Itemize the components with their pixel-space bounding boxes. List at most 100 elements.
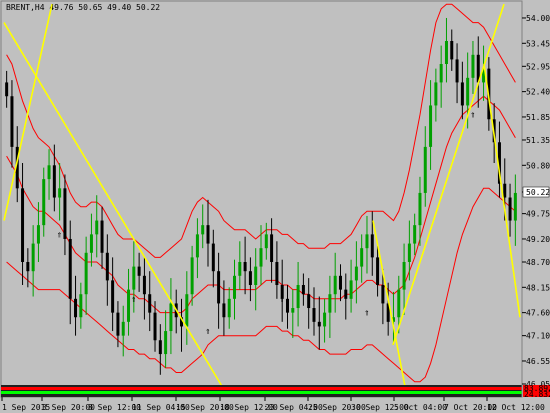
candle-body — [201, 225, 205, 235]
candle-body — [291, 308, 295, 313]
fractal-marker: ⇑ — [470, 112, 476, 120]
indicator-value-label: 24.8322 — [524, 390, 550, 399]
price-tick-label: 51.85 — [526, 113, 550, 122]
candle-body — [100, 220, 104, 253]
price-tick-label: 49.75 — [526, 210, 550, 219]
candle-body — [116, 312, 120, 336]
candle-body — [190, 257, 194, 295]
candle-body — [455, 59, 459, 83]
candle-body — [31, 243, 35, 272]
candle-body — [26, 261, 30, 272]
candle-body — [89, 234, 93, 253]
fractal-marker: ⇑ — [205, 328, 211, 336]
candle-body — [148, 294, 152, 313]
candle-body — [296, 285, 300, 309]
candle-body — [79, 294, 83, 318]
candle-body — [354, 266, 358, 281]
indicator-panel — [1, 385, 522, 397]
price-tick-label: 47.60 — [526, 309, 550, 318]
candle-body — [121, 321, 125, 336]
indicator-red-band — [1, 387, 522, 390]
candle-body — [349, 280, 353, 299]
price-tick-label: 54.00 — [526, 14, 550, 23]
candle-body — [52, 165, 56, 198]
candle-body — [238, 261, 242, 276]
candle-body — [233, 275, 237, 299]
price-tick-label: 48.15 — [526, 283, 550, 292]
candle-body — [74, 298, 78, 318]
price-tick-label: 47.10 — [526, 332, 550, 341]
candle-body — [460, 82, 464, 106]
candle-body — [47, 165, 51, 180]
candle-body — [365, 234, 369, 249]
candle-body — [333, 275, 337, 295]
candle-body — [127, 289, 131, 322]
candle-body — [444, 40, 448, 65]
candle-body — [285, 298, 289, 313]
candle-body — [68, 238, 72, 299]
candle-body — [275, 261, 279, 286]
candle-body — [222, 303, 226, 318]
price-tick-label: 46.55 — [526, 357, 550, 366]
candle-body — [429, 105, 433, 147]
candle-body — [227, 298, 231, 318]
fractal-marker: ⇑ — [57, 231, 63, 239]
candle-body — [42, 179, 46, 226]
candle-body — [370, 234, 374, 258]
price-tick-label: 52.40 — [526, 88, 550, 97]
candle-body — [211, 243, 215, 272]
candle-body — [248, 271, 252, 286]
time-tick-label: 5 Oct 04:00 — [394, 403, 447, 412]
price-tick-label: 53.45 — [526, 39, 550, 48]
candle-body — [254, 266, 258, 286]
candle-body — [423, 146, 427, 193]
candle-body — [317, 321, 321, 327]
candle-body — [466, 77, 470, 106]
candle-body — [111, 280, 115, 313]
candle-body — [63, 188, 67, 239]
candle-body — [158, 340, 162, 355]
price-tick-label: 51.35 — [526, 136, 550, 145]
candle-body — [84, 252, 88, 295]
candle-body — [503, 183, 507, 198]
candle-body — [259, 248, 263, 267]
candle-body — [243, 261, 247, 272]
candle-body — [381, 285, 385, 304]
candle-body — [10, 96, 14, 147]
candle-body — [195, 234, 199, 258]
candle-body — [397, 289, 401, 318]
candle-body — [360, 248, 364, 267]
fractal-marker: ⇑ — [279, 296, 285, 304]
time-tick-label: 12 Oct 12:00 — [487, 403, 545, 412]
candle-body — [413, 225, 417, 244]
candle-body — [185, 294, 189, 327]
candle-body — [434, 82, 438, 106]
candle-body — [105, 252, 109, 281]
candle-body — [508, 197, 512, 221]
candle-body — [206, 225, 210, 244]
candle-body — [328, 294, 332, 313]
candle-body — [312, 308, 316, 322]
price-chart[interactable]: BRENT,H4 49.76 50.65 49.40 50.22 ⇑⇑⇑⇑⇑⇑ … — [0, 0, 550, 413]
candle-body — [153, 312, 157, 341]
candle-body — [338, 275, 342, 290]
candle-body — [307, 294, 311, 309]
fractal-marker: ⇑ — [131, 296, 137, 304]
candle-body — [132, 266, 136, 290]
price-tick-label: 48.70 — [526, 258, 550, 267]
candle-body — [402, 261, 406, 290]
price-tick-label: 50.22 — [526, 188, 550, 197]
candle-body — [169, 303, 173, 332]
fractal-marker: ⇑ — [364, 310, 370, 318]
candle-body — [418, 192, 422, 226]
candle-body — [270, 234, 274, 262]
candle-body — [142, 275, 146, 295]
candle-body — [264, 234, 268, 249]
candle-body — [323, 312, 327, 327]
candle-body — [95, 220, 99, 235]
candle-body — [21, 188, 25, 262]
candle-body — [376, 257, 380, 286]
candle-body — [471, 54, 475, 78]
candle-body — [439, 64, 443, 83]
symbol-info-label: BRENT,H4 49.76 50.65 49.40 50.22 — [6, 3, 160, 12]
